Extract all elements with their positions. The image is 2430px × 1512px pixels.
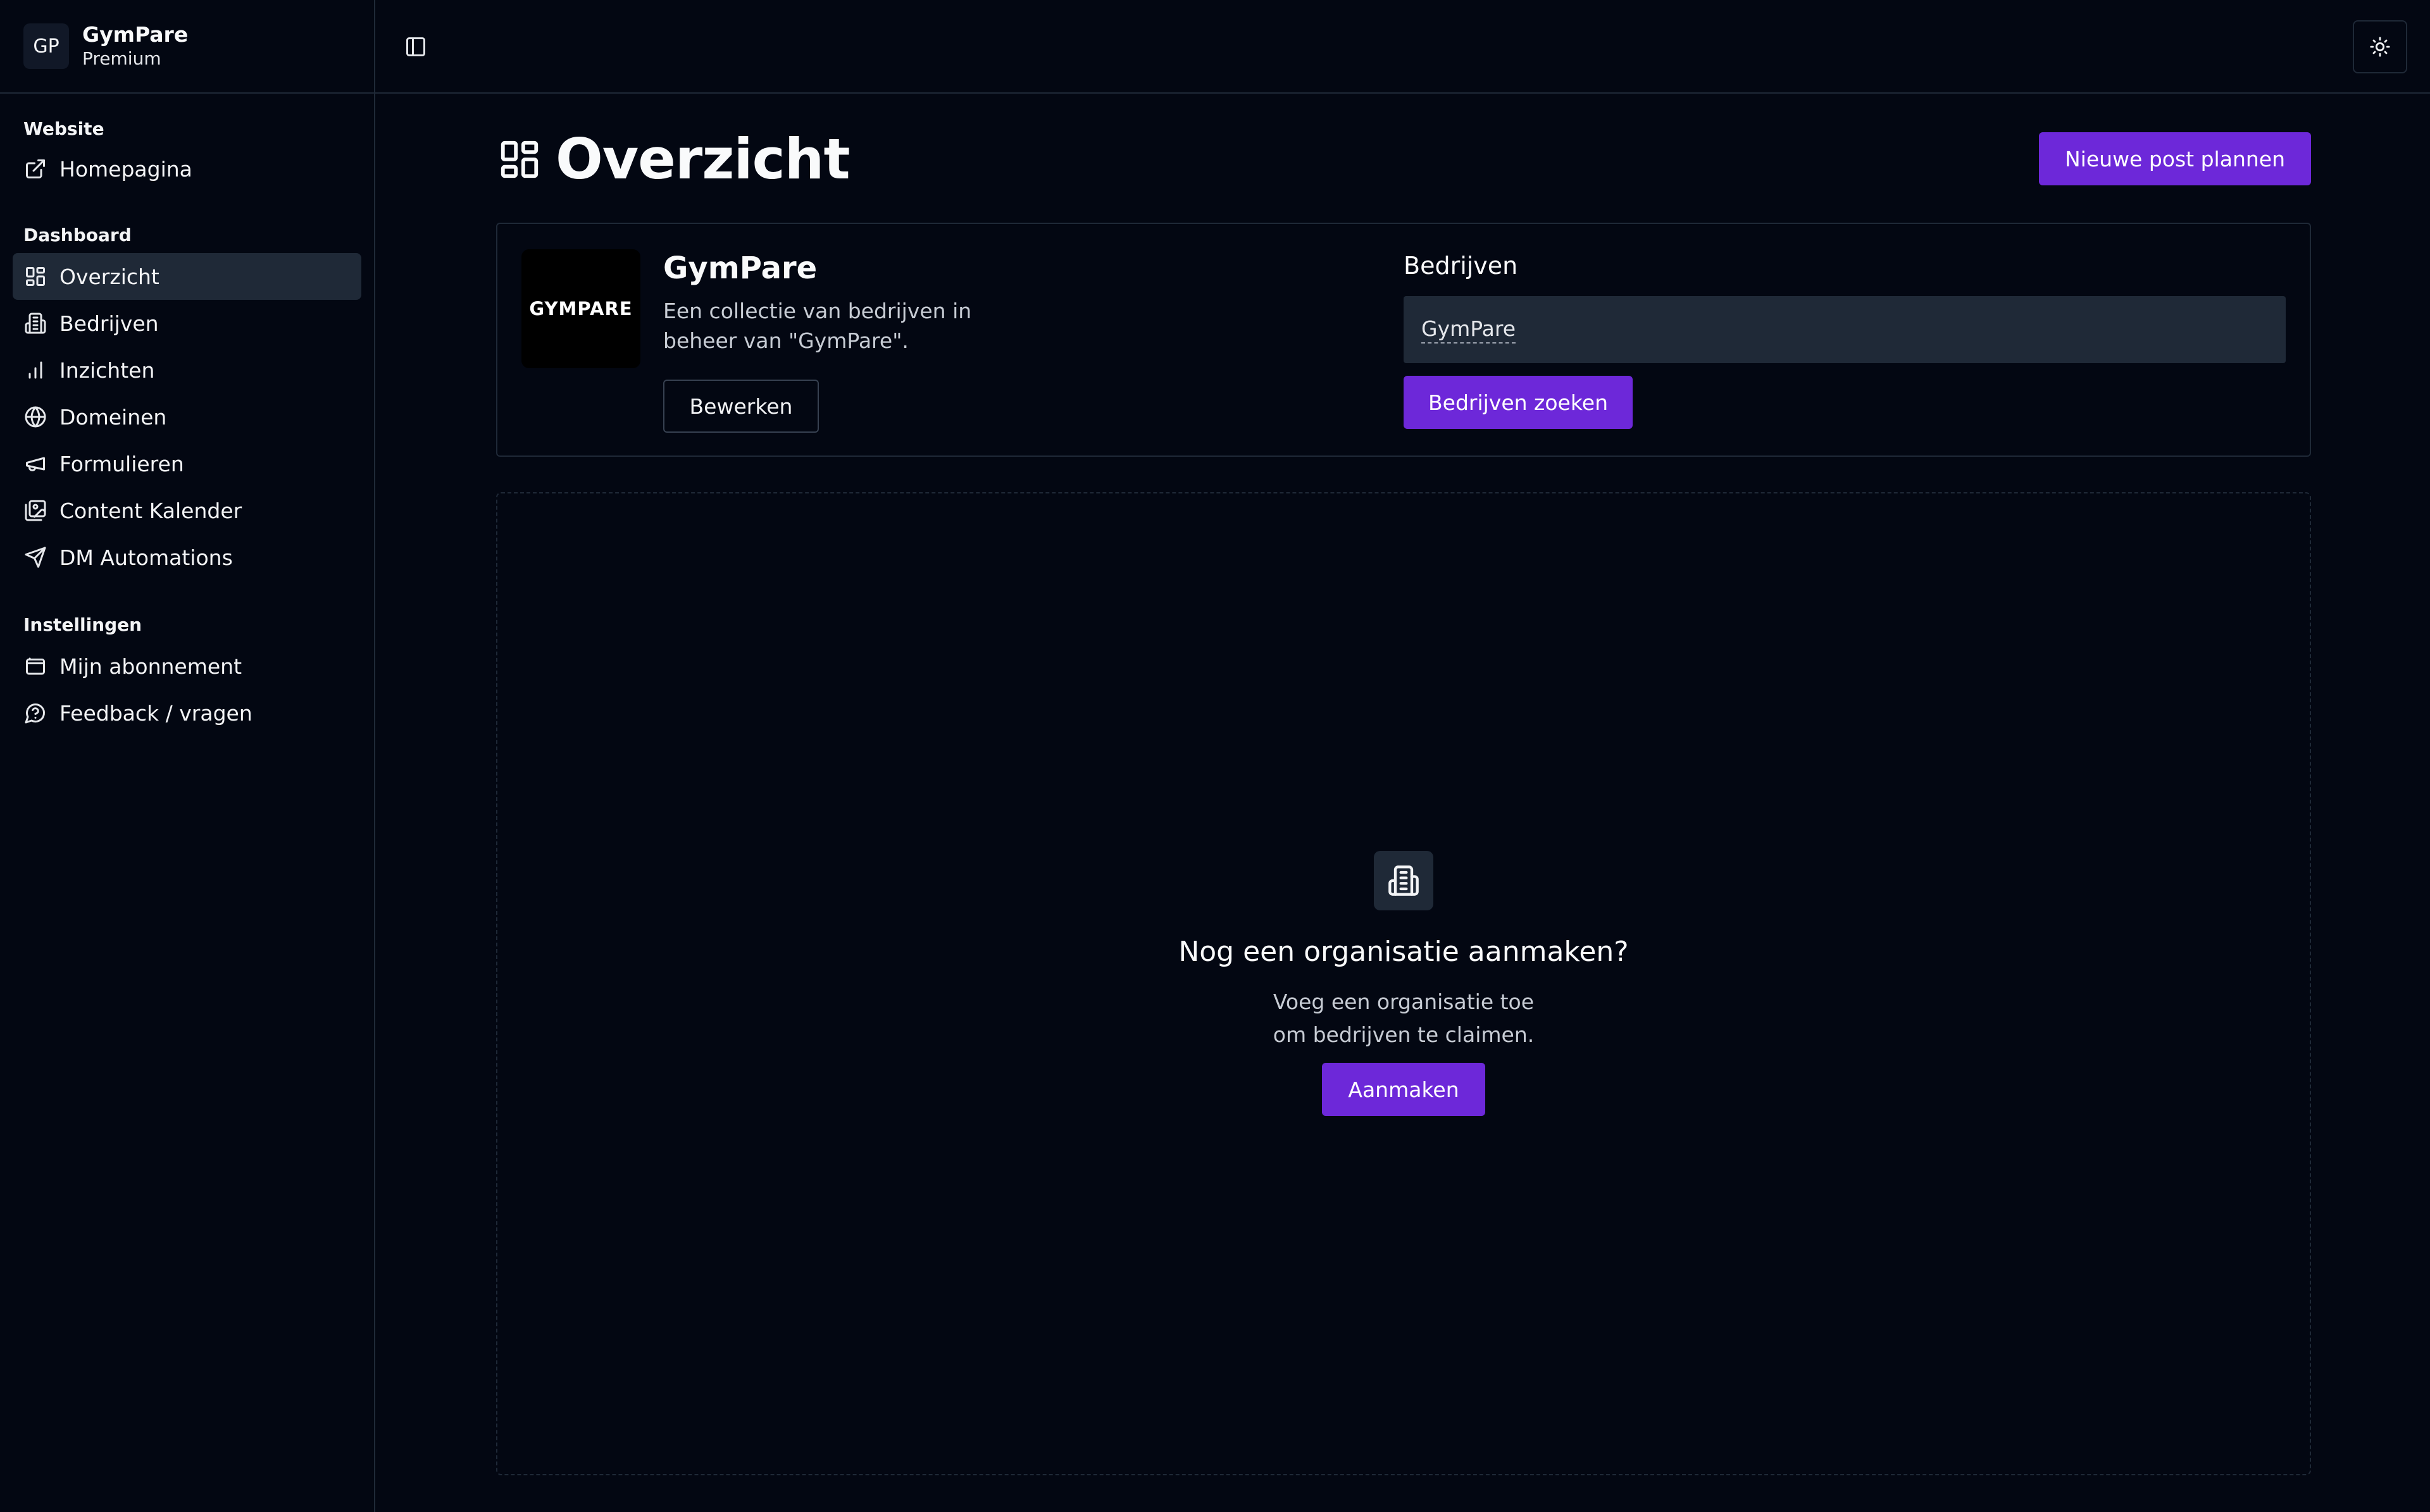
empty-state-title: Nog een organisatie aanmaken?: [1178, 936, 1629, 968]
organization-description: Een collectie van bedrijven in beheer va…: [663, 299, 972, 353]
sidebar-item-label: Feedback / vragen: [59, 700, 252, 726]
brand-avatar: GP: [23, 23, 69, 69]
send-icon: [25, 547, 46, 568]
sidebar-item-formulieren[interactable]: Formulieren: [13, 440, 361, 487]
building-icon: [25, 313, 46, 334]
sidebar-item-feedback[interactable]: Feedback / vragen: [13, 690, 361, 736]
search-companies-button[interactable]: Bedrijven zoeken: [1404, 376, 1633, 429]
sidebar-item-label: Domeinen: [59, 404, 167, 430]
sidebar-section-instellingen: Instellingen: [23, 614, 142, 635]
sidebar-item-overzicht[interactable]: Overzicht: [13, 253, 361, 300]
layout-grid-icon: [26, 267, 45, 286]
organization-card: GYMPARE GymPare Een collectie van bedrij…: [496, 223, 2311, 457]
sidebar-item-label: Bedrijven: [59, 311, 159, 336]
brand-name: GymPare: [82, 22, 189, 47]
company-chip[interactable]: GymPare: [1421, 316, 1516, 344]
sidebar-item-label: Mijn abonnement: [59, 654, 242, 679]
brand-text: GymPare Premium: [82, 22, 188, 70]
bar-chart-icon: [28, 361, 42, 379]
sidebar-item-label: Content Kalender: [59, 498, 242, 523]
organization-logo-text: GYMPARE: [529, 298, 633, 319]
building-icon: [1388, 865, 1419, 896]
sidebar-item-label: Inzichten: [59, 357, 155, 383]
empty-state-panel: Nog een organisatie aanmaken? Voeg een o…: [496, 492, 2311, 1475]
sidebar-section-dashboard: Dashboard: [23, 225, 132, 245]
sun-icon: [2370, 37, 2390, 57]
sidebar-toggle-icon: [406, 37, 425, 56]
sidebar-item-label: DM Automations: [59, 545, 233, 570]
new-post-button[interactable]: Nieuwe post plannen: [2039, 132, 2311, 185]
sidebar-item-inzichten[interactable]: Inzichten: [13, 347, 361, 393]
sidebar-section-website: Website: [23, 118, 104, 139]
companies-field[interactable]: GymPare: [1404, 296, 2286, 363]
empty-state-icon-box: [1374, 851, 1433, 910]
theme-toggle-button[interactable]: [2353, 20, 2407, 73]
page-header: Overzicht: [497, 127, 850, 192]
sidebar-item-label: Homepagina: [59, 156, 192, 182]
external-link-icon: [26, 159, 45, 178]
layout-grid-icon: [501, 140, 539, 178]
page-title: Overzicht: [556, 127, 850, 192]
sidebar-item-label: Formulieren: [59, 451, 184, 476]
brand-switcher[interactable]: GP GymPare Premium: [0, 0, 374, 94]
edit-organization-button[interactable]: Bewerken: [663, 380, 819, 433]
sidebar-item-homepagina[interactable]: Homepagina: [13, 146, 361, 192]
companies-label: Bedrijven: [1404, 252, 1518, 280]
empty-state-text-line: Voeg een organisatie toe: [1273, 989, 1535, 1014]
sidebar-item-bedrijven[interactable]: Bedrijven: [13, 300, 361, 347]
create-organization-button[interactable]: Aanmaken: [1322, 1063, 1485, 1116]
topbar: [375, 0, 2430, 94]
images-icon: [25, 500, 46, 521]
globe-icon: [25, 406, 46, 428]
sidebar-toggle-button[interactable]: [401, 32, 431, 62]
empty-state-text: Voeg een organisatie toe om bedrijven te…: [1273, 986, 1534, 1051]
wallet-icon: [26, 657, 45, 675]
organization-logo: GYMPARE: [521, 249, 640, 368]
megaphone-icon: [26, 457, 45, 471]
empty-state: Nog een organisatie aanmaken? Voeg een o…: [497, 851, 2310, 1116]
sidebar-item-dm-automations[interactable]: DM Automations: [13, 534, 361, 581]
sidebar: GP GymPare Premium Website Homepagina Da…: [0, 0, 375, 1512]
sidebar-item-mijn-abonnement[interactable]: Mijn abonnement: [13, 643, 361, 690]
empty-state-text-line: om bedrijven te claimen.: [1273, 1022, 1535, 1047]
sidebar-item-domeinen[interactable]: Domeinen: [13, 393, 361, 440]
brand-plan: Premium: [82, 48, 161, 69]
sidebar-item-content-kalender[interactable]: Content Kalender: [13, 487, 361, 534]
help-circle-icon: [25, 703, 46, 724]
sidebar-item-label: Overzicht: [59, 264, 159, 289]
organization-name: GymPare: [663, 251, 818, 286]
